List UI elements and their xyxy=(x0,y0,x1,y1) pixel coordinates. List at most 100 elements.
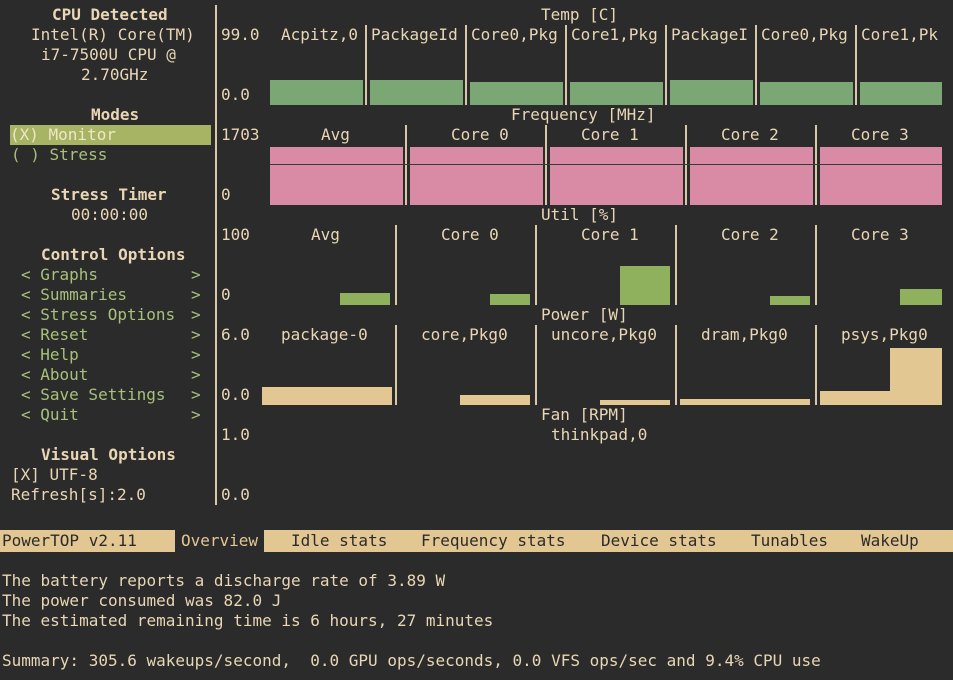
stress-timer-value: 00:00:00 xyxy=(71,205,149,224)
power-col-divider-1 xyxy=(395,325,397,405)
tab-wakeup[interactable]: WakeUp xyxy=(861,531,919,551)
control-graphs-arrow: > xyxy=(191,265,201,284)
util-col-divider-3 xyxy=(675,225,677,305)
temp-col-divider-4 xyxy=(665,25,667,105)
fan-graph-title: Fan [RPM] xyxy=(541,405,628,424)
freq-label-avg: Avg xyxy=(321,125,350,144)
battery-discharge-line: The battery reports a discharge rate of … xyxy=(2,571,446,590)
util-bar-core2 xyxy=(770,296,810,305)
power-col-divider-2 xyxy=(535,325,537,405)
tab-idle-stats[interactable]: Idle stats xyxy=(291,531,387,551)
control-quit-label: Quit xyxy=(40,405,79,424)
temp-bar-acpitz xyxy=(270,80,363,105)
util-label-core1: Core 1 xyxy=(581,225,639,244)
power-graph-title: Power [W] xyxy=(541,305,628,324)
temp-col-divider-1 xyxy=(365,25,367,105)
util-label-core3: Core 3 xyxy=(851,225,909,244)
power-consumed-line: The power consumed was 82.0 J xyxy=(2,591,282,610)
temp-label-core1-b: Core1,Pk xyxy=(861,25,939,44)
cpu-model-line-3: 2.70GHz xyxy=(81,65,149,84)
control-help-button[interactable]: < Help xyxy=(21,345,79,365)
mode-stress-radio[interactable]: ( ) Stress xyxy=(11,145,107,165)
util-bar-core1 xyxy=(620,266,670,305)
cpu-detected-heading: CPU Detected xyxy=(52,5,168,24)
util-col-divider-1 xyxy=(395,225,397,305)
util-label-avg: Avg xyxy=(311,225,340,244)
util-graph-title: Util [%] xyxy=(541,205,619,224)
visual-options-heading: Visual Options xyxy=(41,445,176,464)
sidebar-divider xyxy=(215,5,217,505)
tab-frequency-stats[interactable]: Frequency stats xyxy=(421,531,566,551)
utf8-checkbox[interactable]: [X] UTF-8 xyxy=(11,465,98,485)
util-col-divider-2 xyxy=(535,225,537,305)
control-help-arrow: > xyxy=(191,345,201,364)
powertop-version: PowerTOP v2.11 xyxy=(2,531,137,550)
freq-label-core1: Core 1 xyxy=(581,125,639,144)
temp-bar-core0-a xyxy=(470,82,563,105)
control-graphs-button[interactable]: < Graphs xyxy=(21,265,98,285)
temp-label-core0-a: Core0,Pkg xyxy=(471,25,558,44)
temp-bar-packageid xyxy=(370,80,463,105)
util-bar-core3 xyxy=(900,289,942,305)
control-about-button[interactable]: < About xyxy=(21,365,88,385)
power-col-divider-4 xyxy=(815,325,817,405)
power-label-package: package-0 xyxy=(281,325,368,344)
control-stress-options-arrow: > xyxy=(191,305,201,324)
freq-bar-core0 xyxy=(410,147,543,205)
stress-timer-heading: Stress Timer xyxy=(51,185,167,204)
remaining-time-line: The estimated remaining time is 6 hours,… xyxy=(2,611,494,630)
control-stress-options-button[interactable]: < Stress Options xyxy=(21,305,175,325)
freq-label-core0: Core 0 xyxy=(451,125,509,144)
freq-col-divider-2 xyxy=(545,125,547,205)
temp-col-divider-3 xyxy=(565,25,567,105)
mode-monitor-radio[interactable]: (X) Monitor xyxy=(10,125,211,145)
tab-device-stats[interactable]: Device stats xyxy=(601,531,717,551)
temp-col-divider-5 xyxy=(755,25,757,105)
control-reset-button[interactable]: < Reset xyxy=(21,325,88,345)
util-label-core2: Core 2 xyxy=(721,225,779,244)
power-bar-package xyxy=(262,387,392,405)
freq-bar-core3 xyxy=(820,147,942,205)
power-label-core: core,Pkg0 xyxy=(421,325,508,344)
power-max-label: 6.0 xyxy=(221,325,250,344)
cpu-model-line-1: Intel(R) Core(TM) xyxy=(31,25,195,44)
power-min-label: 0.0 xyxy=(221,385,250,404)
freq-bar-core2 xyxy=(690,147,813,205)
control-save-settings-button[interactable]: < Save Settings xyxy=(21,385,166,405)
freq-max-label: 1703 xyxy=(221,125,260,144)
control-quit-button[interactable]: < Quit xyxy=(21,405,79,425)
temp-bar-core1-b xyxy=(860,82,942,105)
control-about-label: About xyxy=(40,365,89,384)
modes-heading: Modes xyxy=(91,105,140,124)
freq-bar-core1 xyxy=(550,147,683,205)
fan-min-label: 0.0 xyxy=(221,485,250,504)
tab-tunables[interactable]: Tunables xyxy=(751,531,828,551)
power-label-uncore: uncore,Pkg0 xyxy=(551,325,657,344)
freq-col-divider-3 xyxy=(685,125,687,205)
power-bar-core xyxy=(460,395,530,405)
control-save-settings-arrow: > xyxy=(191,385,201,404)
temp-col-divider-6 xyxy=(855,25,857,105)
freq-label-core2: Core 2 xyxy=(721,125,779,144)
temp-bar-core1-a xyxy=(570,82,663,105)
temp-label-acpitz: Acpitz,0 xyxy=(281,25,359,44)
power-bar-dram xyxy=(680,399,810,405)
control-summaries-button[interactable]: < Summaries xyxy=(21,285,127,305)
cpu-model-line-2: i7-7500U CPU @ xyxy=(41,45,176,64)
control-graphs-label: Graphs xyxy=(40,265,99,284)
summary-line: Summary: 305.6 wakeups/second, 0.0 GPU o… xyxy=(2,651,821,670)
control-help-label: Help xyxy=(40,345,79,364)
control-quit-arrow: > xyxy=(191,405,201,424)
control-save-settings-label: Save Settings xyxy=(40,385,166,404)
util-min-label: 0 xyxy=(221,285,231,304)
tab-overview[interactable]: Overview xyxy=(175,530,265,552)
freq-label-core3: Core 3 xyxy=(851,125,909,144)
freq-min-label: 0 xyxy=(221,185,231,204)
util-bar-avg xyxy=(340,293,390,305)
util-max-label: 100 xyxy=(221,225,250,244)
control-reset-label: Reset xyxy=(40,325,89,344)
refresh-rate-field[interactable]: Refresh[s]:2.0 xyxy=(11,485,146,505)
power-label-dram: dram,Pkg0 xyxy=(701,325,788,344)
util-label-core0: Core 0 xyxy=(441,225,499,244)
temp-label-packageid: PackageId xyxy=(371,25,458,44)
